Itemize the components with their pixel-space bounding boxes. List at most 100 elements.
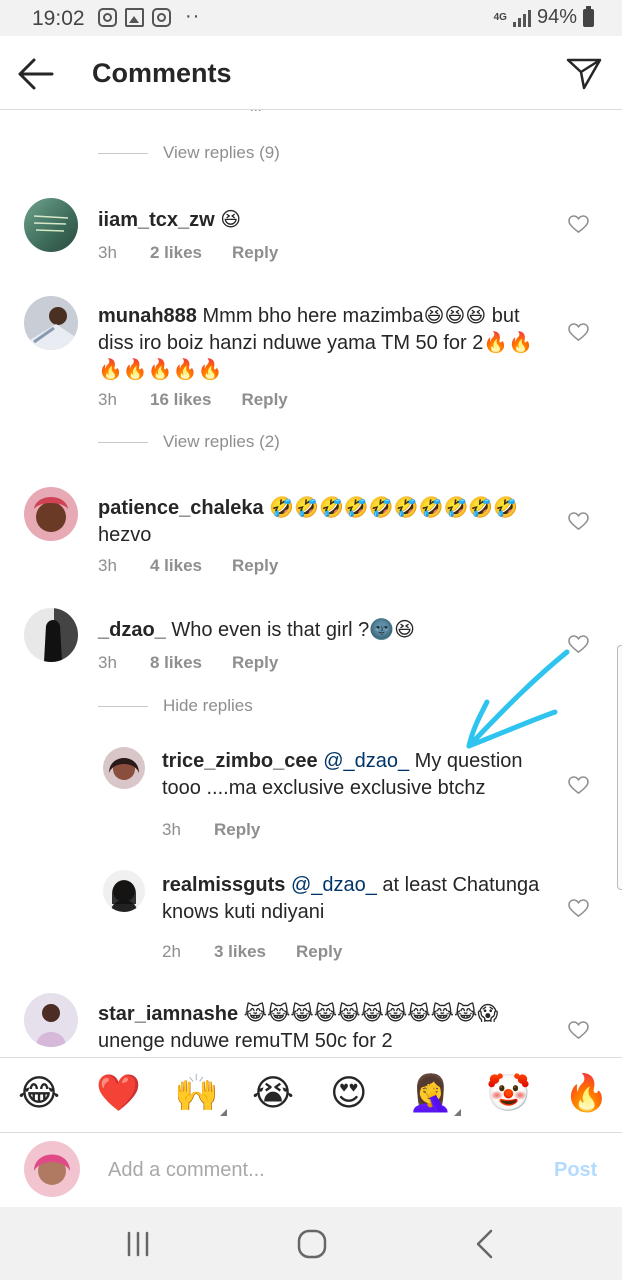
comment-username[interactable]: trice_zimbo_cee — [162, 750, 318, 772]
comment-text: _dzao_ Who even is that girl ?🌚😆 — [98, 617, 548, 644]
hide-replies-label: Hide replies — [163, 696, 253, 715]
comment-time: 3h — [98, 390, 117, 409]
reply-button[interactable]: Reply — [232, 243, 278, 263]
comment-likes[interactable]: 3 likes — [214, 942, 266, 962]
direct-send-icon[interactable] — [564, 54, 604, 92]
emoji-sob[interactable]: 😭 — [252, 1074, 294, 1114]
avatar[interactable] — [24, 198, 78, 252]
scrollbar-thumb[interactable] — [617, 645, 622, 890]
home-icon[interactable] — [292, 1227, 332, 1261]
comment-meta: 3h Reply — [162, 820, 260, 840]
comment-composer: Post — [0, 1133, 622, 1207]
instagram-icon — [152, 8, 171, 27]
status-time: 19:02 — [32, 7, 85, 30]
comment-time: 3h — [98, 653, 117, 672]
emoji-raised-hands[interactable]: 🙌 — [174, 1073, 227, 1116]
emoji-heart[interactable]: ❤️ — [96, 1074, 141, 1114]
like-heart-icon[interactable] — [568, 1021, 589, 1040]
clipped-text: ... — [250, 110, 262, 114]
like-heart-icon[interactable] — [568, 215, 589, 234]
like-heart-icon[interactable] — [568, 899, 589, 918]
comment-text: munah888 Mmm bho here mazimba😆😆😆 but dis… — [98, 303, 548, 384]
comment-time: 3h — [98, 556, 117, 575]
emoji-joy[interactable]: 😂 — [18, 1074, 60, 1114]
mention-link[interactable]: @_dzao_ — [285, 874, 377, 896]
skin-tone-indicator-icon — [219, 1109, 227, 1116]
like-heart-icon[interactable] — [568, 635, 589, 654]
back-arrow-icon[interactable] — [14, 54, 58, 94]
like-heart-icon[interactable] — [568, 776, 589, 795]
comment-text: star_iamnashe 😹😹😹😹😹😹😹😹😹😹😱 unenge nduwe r… — [98, 1001, 548, 1055]
instagram-icon — [98, 8, 117, 27]
like-heart-icon[interactable] — [568, 512, 589, 531]
recent-apps-icon[interactable] — [118, 1227, 158, 1261]
comment-meta: 3h 8 likes Reply — [98, 653, 278, 673]
mention-link[interactable]: @_dzao_ — [318, 750, 409, 772]
back-nav-icon[interactable] — [465, 1227, 505, 1261]
comment-likes[interactable]: 2 likes — [150, 243, 202, 263]
comment-likes[interactable]: 16 likes — [150, 390, 211, 410]
battery-percent: 94% — [536, 6, 577, 28]
hide-replies-button[interactable]: Hide replies — [98, 696, 253, 716]
post-button[interactable]: Post — [554, 1159, 597, 1182]
emoji-facepalm-glyph: 🤦‍♀️ — [408, 1073, 453, 1114]
reply-button[interactable]: Reply — [241, 390, 287, 410]
comment-body: Who even is that girl ?🌚😆 — [165, 619, 415, 641]
comment-time: 3h — [162, 820, 181, 839]
comment-text: patience_chaleka 🤣🤣🤣🤣🤣🤣🤣🤣🤣🤣 hezvo — [98, 495, 548, 549]
avatar[interactable] — [103, 870, 145, 912]
status-right: 4G 94% — [493, 5, 594, 29]
comment-text: trice_zimbo_cee @_dzao_ My question tooo… — [162, 748, 542, 802]
emoji-clown[interactable]: 🤡 — [486, 1074, 531, 1114]
status-bar: 19:02 ·· 4G 94% — [0, 0, 622, 36]
like-heart-icon[interactable] — [568, 323, 589, 342]
current-user-avatar — [24, 1141, 80, 1197]
quick-emoji-bar: 😂 ❤️ 🙌 😭 😍 🤦‍♀️ 🤡 🔥 — [0, 1057, 622, 1133]
emoji-heart-eyes[interactable]: 😍 — [330, 1074, 368, 1114]
comment-username[interactable]: iiam_tcx_zw — [98, 209, 215, 231]
comment-username[interactable]: _dzao_ — [98, 619, 166, 641]
view-replies-label: View replies (9) — [163, 143, 280, 162]
comment-username[interactable]: realmissguts — [162, 874, 285, 896]
view-replies-button[interactable]: View replies (2) — [98, 432, 280, 452]
battery-icon — [583, 5, 594, 27]
reply-button[interactable]: Reply — [296, 942, 342, 962]
comment-input[interactable] — [108, 1153, 528, 1187]
emoji-facepalm[interactable]: 🤦‍♀️ — [408, 1073, 461, 1116]
avatar[interactable] — [24, 296, 78, 350]
emoji-fire[interactable]: 🔥 — [564, 1074, 609, 1114]
comment-meta: 3h 16 likes Reply — [98, 390, 288, 410]
avatar[interactable] — [24, 993, 78, 1047]
comment-likes[interactable]: 8 likes — [150, 653, 202, 673]
more-notifications-icon: ·· — [185, 5, 201, 27]
reply-button[interactable]: Reply — [232, 556, 278, 576]
view-replies-button[interactable]: View replies (9) — [98, 143, 280, 163]
signal-icon — [512, 9, 531, 27]
comment-likes[interactable]: 4 likes — [150, 556, 202, 576]
avatar[interactable] — [24, 608, 78, 662]
reply-button[interactable]: Reply — [214, 820, 260, 840]
comment-time: 2h — [162, 942, 181, 961]
emoji-raised-hands-glyph: 🙌 — [174, 1073, 219, 1114]
comment-meta: 3h 2 likes Reply — [98, 243, 278, 263]
comment-username[interactable]: patience_chaleka — [98, 497, 264, 519]
page-title: Comments — [92, 58, 232, 88]
comment-meta: 3h 4 likes Reply — [98, 556, 278, 576]
avatar[interactable] — [24, 487, 78, 541]
comment-meta: 2h 3 likes Reply — [162, 942, 342, 962]
comment-time: 3h — [98, 243, 117, 262]
avatar[interactable] — [103, 747, 145, 789]
notification-icons: ·· — [98, 5, 201, 27]
system-nav-bar — [0, 1207, 622, 1280]
skin-tone-indicator-icon — [453, 1109, 461, 1116]
reply-button[interactable]: Reply — [232, 653, 278, 673]
gallery-icon — [125, 8, 144, 27]
view-replies-label: View replies (2) — [163, 432, 280, 451]
comment-username[interactable]: munah888 — [98, 305, 197, 327]
network-type: 4G — [493, 12, 507, 23]
comment-text: iiam_tcx_zw 😆 — [98, 207, 548, 234]
comment-username[interactable]: star_iamnashe — [98, 1003, 238, 1025]
comment-body: 😆 — [214, 209, 242, 231]
comments-feed[interactable]: ... View replies (9) iiam_tcx_zw 😆 3h 2 … — [0, 110, 622, 1057]
comment-text: realmissguts @_dzao_ at least Chatunga k… — [162, 872, 542, 926]
